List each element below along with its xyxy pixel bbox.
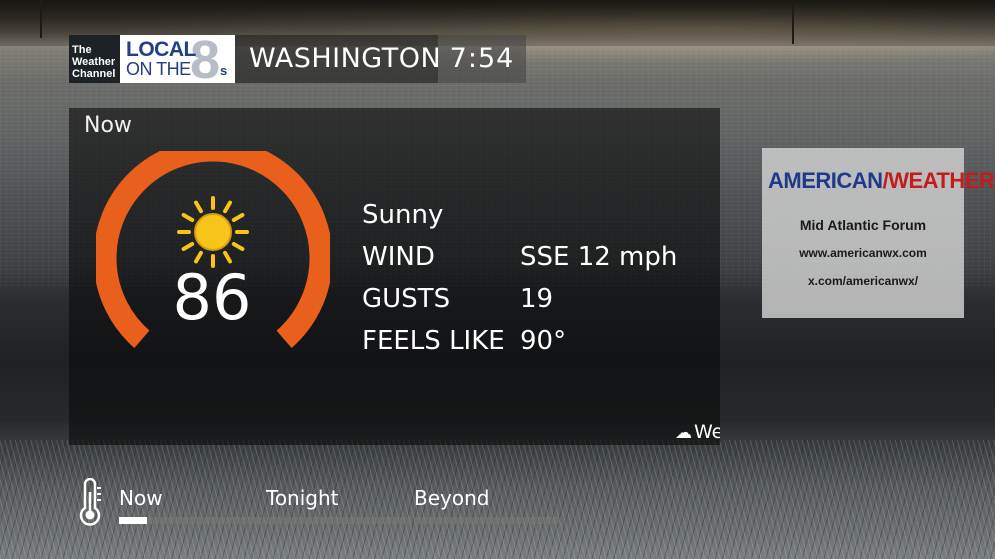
sun-ray [223, 200, 232, 214]
gusts-value: 19 [520, 284, 554, 314]
ad-logo-part1: AMERICAN [768, 168, 883, 193]
american-weather-logo: AMERICAN/WEATHER [768, 168, 995, 194]
nav-progress-now [119, 517, 264, 524]
temperature-value: 86 [172, 261, 252, 334]
nav-tab-now[interactable]: Now [119, 486, 163, 510]
feels-like-label: FEELS LIKE [362, 326, 505, 356]
background-tree [40, 0, 42, 38]
gusts-label: GUSTS [362, 284, 451, 314]
ad-website-url[interactable]: www.americanwx.com [762, 246, 964, 260]
sun-ray [181, 213, 195, 222]
weather-channel-logo: The Weather Channel [69, 35, 120, 83]
nav-tab-beyond[interactable]: Beyond [414, 486, 489, 510]
thermometer-icon [79, 478, 101, 526]
nav-progress-fill [119, 517, 147, 524]
nav-progress-tonight [266, 517, 411, 524]
wind-label: WIND [362, 242, 435, 272]
sun-icon [177, 196, 249, 268]
sun-ray [231, 213, 245, 222]
sun-ray [231, 242, 245, 251]
ad-social-url[interactable]: x.com/americanwx/ [762, 274, 964, 288]
current-conditions-panel: Now 86 Sunny WIND SSE 12 mph GUSTS 19 FE… [69, 108, 720, 445]
wind-value: SSE 12 mph [520, 242, 678, 272]
panel-title: Now [84, 113, 132, 138]
next-panel-peek-text: We [694, 421, 720, 443]
sun-ray [181, 242, 195, 251]
background-tree [792, 0, 794, 44]
ad-forum-name: Mid Atlantic Forum [799, 217, 927, 233]
network-logo-line: Channel [72, 68, 116, 80]
cloud-icon: ☁ [675, 423, 692, 443]
sun-ray [194, 200, 203, 214]
american-weather-ad[interactable]: AMERICAN/WEATHER Mid Atlantic Forum www.… [762, 148, 995, 318]
nav-tab-tonight[interactable]: Tonight [266, 486, 339, 510]
local-on-the-8s-logo: 8 LOCAL ON THE s [120, 35, 235, 83]
ad-logo-part2: WEATHER [888, 168, 995, 193]
network-logo-line: Weather [72, 56, 116, 68]
nav-progress-beyond [414, 517, 559, 524]
network-logo-line: The [72, 44, 92, 56]
feels-like-value: 90° [520, 326, 567, 356]
current-time: 7:54 [438, 35, 526, 83]
next-panel-peek: ☁ We [675, 421, 720, 443]
brand-logo-suffix: s [220, 63, 228, 78]
brand-logo-bottom: ON THE [126, 59, 191, 79]
city-name: WASHINGTON [235, 35, 441, 83]
condition-text: Sunny [362, 200, 444, 230]
